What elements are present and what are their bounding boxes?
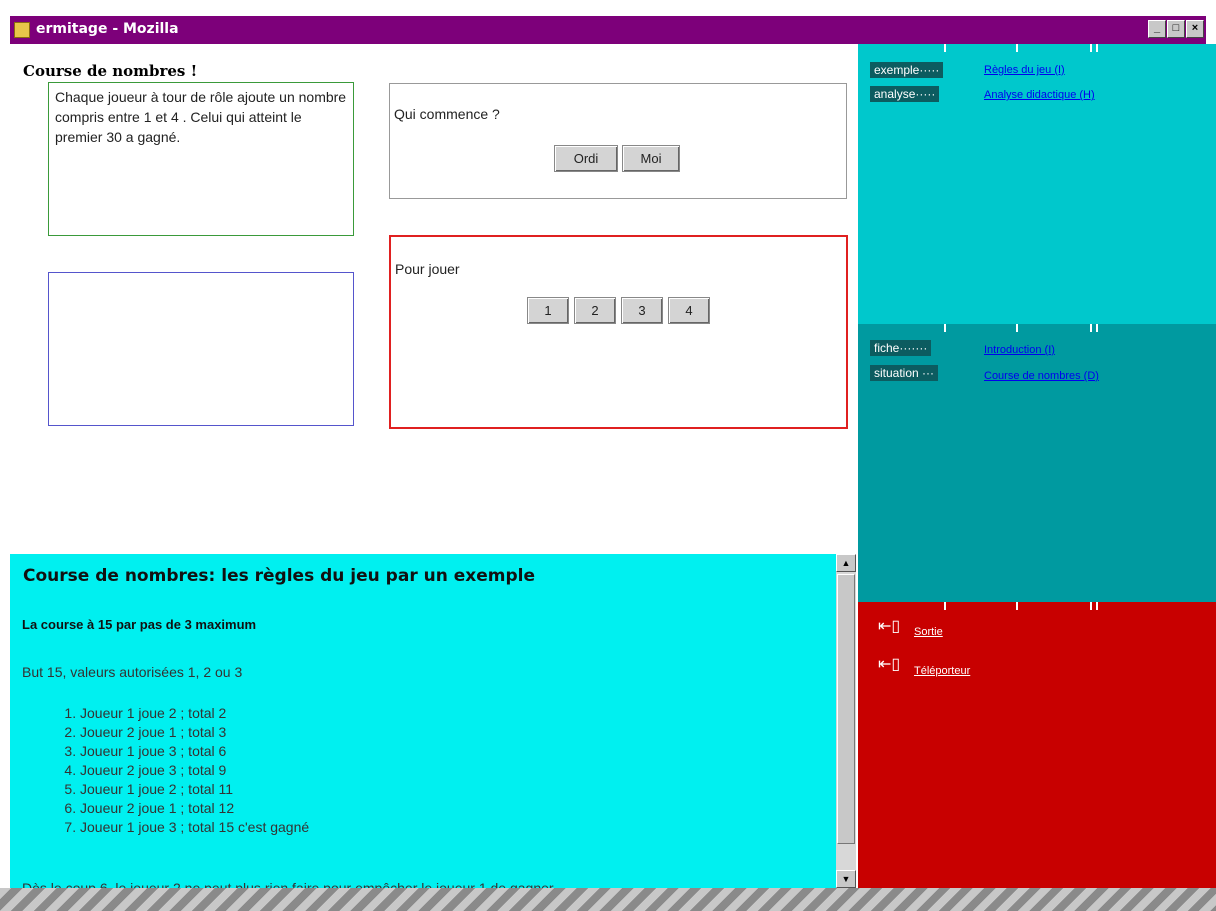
link-introduction[interactable]: Introduction (I): [984, 344, 1055, 356]
help-scrollbar[interactable]: ▲ ▼: [836, 554, 856, 888]
link-regles-du-jeu[interactable]: Règles du jeu (I): [984, 64, 1065, 76]
who-starts-box: Qui commence ? Ordi Moi: [389, 83, 847, 199]
link-course-de-nombres[interactable]: Course de nombres (D): [984, 370, 1099, 382]
who-starts-question: Qui commence ?: [394, 106, 500, 122]
browser-window: ermitage - Mozilla _ □ × Course de nombr…: [0, 0, 1216, 911]
list-item: Joueur 2 joue 1 ; total 3: [80, 723, 309, 742]
tag-analyse: analyse·····: [870, 86, 940, 102]
scroll-up-arrow-icon[interactable]: ▲: [836, 554, 856, 572]
score-display-box: [48, 272, 354, 426]
play-box: Pour jouer 1 2 3 4: [389, 235, 848, 429]
minimize-button[interactable]: _: [1148, 20, 1166, 38]
panel-tick: [944, 324, 946, 332]
help-heading: Course de nombres: les règles du jeu par…: [23, 566, 536, 586]
moi-button[interactable]: Moi: [622, 145, 680, 172]
play-button-1[interactable]: 1: [527, 297, 569, 324]
list-item: Joueur 1 joue 3 ; total 15 c'est gagné: [80, 818, 309, 837]
link-analyse-didactique[interactable]: Analyse didactique (H): [984, 89, 1095, 101]
panel-tick: [1090, 324, 1092, 332]
panel-tick: [1016, 602, 1018, 610]
help-conclusion: Dès le coup 6, le joueur 2 ne peut plus …: [22, 880, 557, 888]
nav-panel-examples: exemple····· analyse····· Règles du jeu …: [858, 44, 1216, 324]
play-button-2[interactable]: 2: [574, 297, 616, 324]
help-goal: But 15, valeurs autorisées 1, 2 ou 3: [22, 664, 243, 680]
panel-tick: [944, 44, 946, 52]
panel-tick: [1096, 602, 1098, 610]
exit-door-icon[interactable]: ⇤▯: [878, 618, 906, 636]
page-title: Course de nombres !: [23, 62, 198, 80]
list-item: Joueur 1 joue 2 ; total 2: [80, 704, 309, 723]
panel-tick: [1016, 324, 1018, 332]
rules-text: Chaque joueur à tour de rôle ajoute un n…: [55, 89, 347, 145]
nav-panel-exit: ⇤▯ Sortie ⇤▯ Téléporteur: [858, 602, 1216, 888]
title-bar: ermitage - Mozilla _ □ ×: [10, 16, 1206, 44]
link-teleporteur[interactable]: Téléporteur: [914, 665, 970, 677]
tag-fiche: fiche·······: [870, 340, 932, 356]
maximize-button[interactable]: □: [1167, 20, 1185, 38]
panel-tick: [1090, 44, 1092, 52]
link-sortie[interactable]: Sortie: [914, 626, 943, 638]
rules-box: Chaque joueur à tour de rôle ajoute un n…: [48, 82, 354, 236]
panel-tick: [944, 602, 946, 610]
play-label: Pour jouer: [395, 261, 460, 277]
scroll-thumb[interactable]: [837, 574, 855, 844]
scroll-down-arrow-icon[interactable]: ▼: [836, 870, 856, 888]
panel-tick: [1096, 324, 1098, 332]
panel-tick: [1096, 44, 1098, 52]
play-button-4[interactable]: 4: [668, 297, 710, 324]
list-item: Joueur 1 joue 3 ; total 6: [80, 742, 309, 761]
ordi-button[interactable]: Ordi: [554, 145, 618, 172]
decorative-floor-pattern: [0, 888, 1216, 911]
list-item: Joueur 2 joue 1 ; total 12: [80, 799, 309, 818]
help-subheading: La course à 15 par pas de 3 maximum: [22, 617, 257, 632]
help-panel: Course de nombres: les règles du jeu par…: [10, 554, 836, 888]
teleporter-door-icon[interactable]: ⇤▯: [878, 656, 906, 674]
close-button[interactable]: ×: [1186, 20, 1204, 38]
game-area: Course de nombres ! Chaque joueur à tour…: [10, 44, 858, 554]
list-item: Joueur 1 joue 2 ; total 11: [80, 780, 309, 799]
list-item: Joueur 2 joue 3 ; total 9: [80, 761, 309, 780]
tag-situation: situation ···: [870, 365, 939, 381]
play-button-3[interactable]: 3: [621, 297, 663, 324]
tag-exemple: exemple·····: [870, 62, 944, 78]
panel-tick: [1090, 602, 1092, 610]
nav-panel-situation: fiche······· situation ··· Introduction …: [858, 324, 1216, 602]
mozilla-app-icon: [14, 22, 30, 38]
example-steps-list: Joueur 1 joue 2 ; total 2 Joueur 2 joue …: [50, 704, 309, 837]
window-title: ermitage - Mozilla: [36, 21, 179, 37]
panel-tick: [1016, 44, 1018, 52]
